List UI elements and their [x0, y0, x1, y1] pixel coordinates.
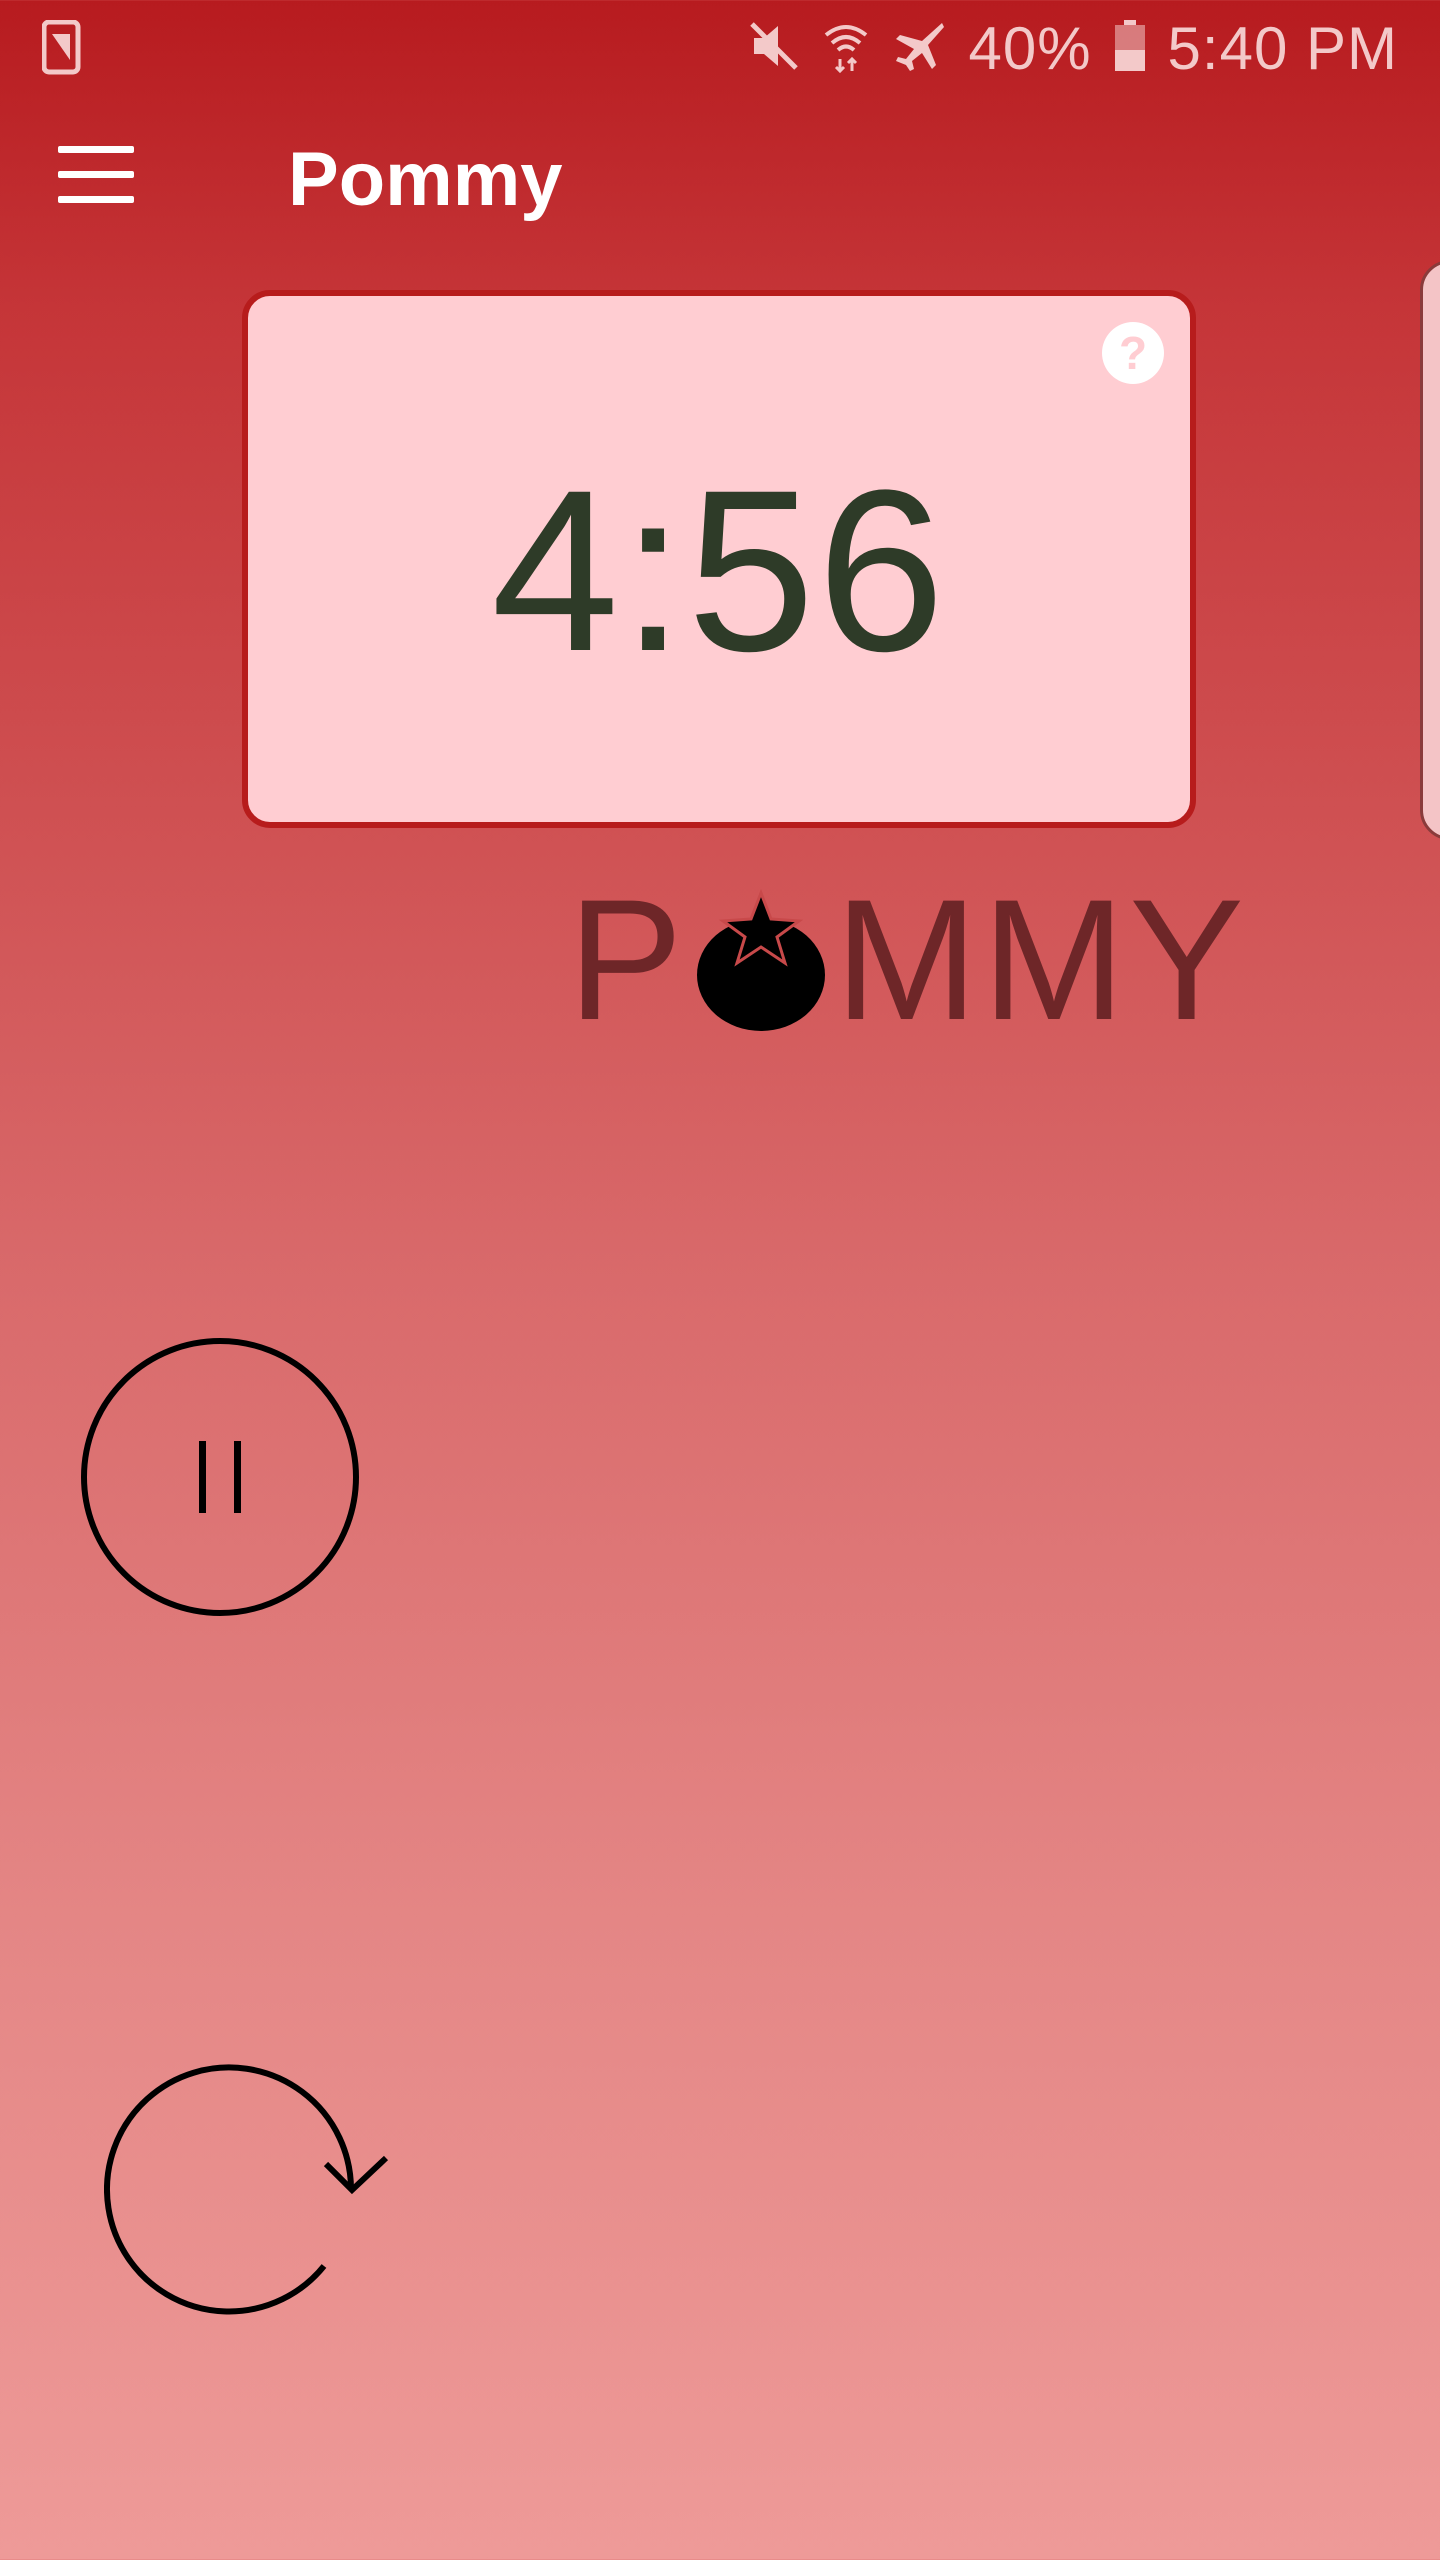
- pause-button[interactable]: [80, 1337, 360, 1617]
- tomato-icon: [691, 885, 831, 1035]
- airplane-mode-icon: [892, 19, 946, 78]
- reset-button[interactable]: [104, 2060, 394, 2320]
- battery-icon: [1114, 19, 1146, 77]
- app-bar: Pommy: [0, 96, 1440, 264]
- timer-card[interactable]: ? 4:56: [242, 290, 1196, 828]
- help-icon[interactable]: ?: [1102, 322, 1164, 384]
- mute-icon: [748, 20, 800, 77]
- logo-suffix: MMY: [834, 864, 1249, 1056]
- battery-percent: 40%: [968, 14, 1092, 82]
- pause-icon: [81, 1338, 359, 1616]
- timer-display: 4:56: [491, 442, 947, 699]
- status-bar: 40% 5:40 PM: [0, 0, 1440, 96]
- status-icons: 40% 5:40 PM: [748, 0, 1398, 96]
- hamburger-menu-icon[interactable]: [58, 146, 134, 204]
- reset-icon: [104, 2064, 389, 2315]
- sim-card-icon: [41, 19, 82, 76]
- pommy-logo: P MMY: [568, 874, 1248, 1046]
- clock: 5:40 PM: [1167, 14, 1398, 82]
- logo-prefix: P: [568, 864, 687, 1056]
- wifi-icon: [822, 19, 870, 78]
- app-title: Pommy: [288, 137, 563, 222]
- next-card-peek[interactable]: [1420, 260, 1440, 840]
